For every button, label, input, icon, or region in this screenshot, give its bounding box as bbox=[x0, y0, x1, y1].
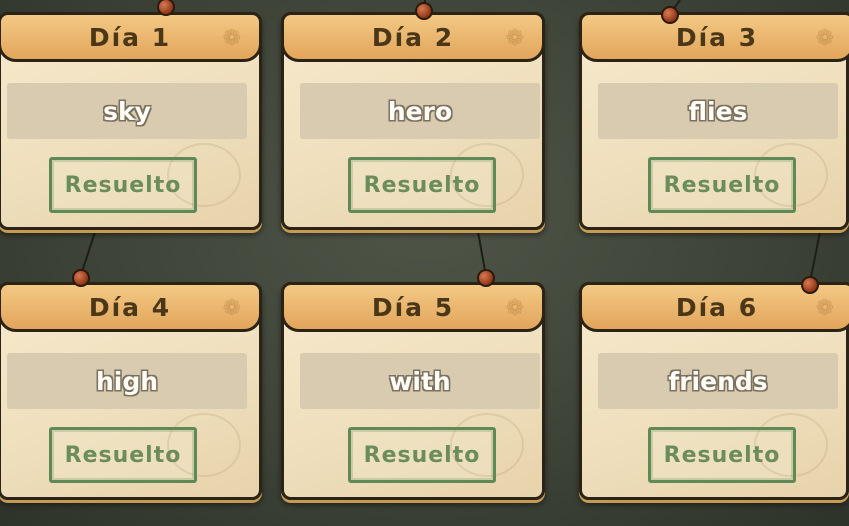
push-pin-icon bbox=[72, 269, 90, 287]
day-card-4[interactable]: Día 4 ❁ high Resuelto bbox=[0, 282, 262, 500]
solved-label: Resuelto bbox=[64, 172, 182, 198]
day-title: Día 1 bbox=[88, 22, 172, 52]
day-card-5[interactable]: Día 5 ❁ with Resuelto bbox=[281, 282, 545, 500]
word-box: flies bbox=[598, 83, 838, 139]
solved-stamp: Resuelto bbox=[348, 157, 496, 213]
day-title: Día 5 bbox=[371, 292, 455, 322]
day-title: Día 3 bbox=[675, 22, 759, 52]
word-box: high bbox=[7, 353, 247, 409]
puzzle-board: Día 1 ❁ sky Resuelto Día 2 ❁ hero Resuel… bbox=[0, 0, 849, 526]
solved-label: Resuelto bbox=[663, 442, 781, 468]
word-text: hero bbox=[387, 96, 453, 126]
solved-label: Resuelto bbox=[363, 442, 481, 468]
day-card-3[interactable]: Día 3 ❁ flies Resuelto bbox=[579, 12, 849, 230]
word-text: with bbox=[389, 366, 451, 396]
word-text: high bbox=[95, 366, 159, 396]
paw-print-icon: ❁ bbox=[505, 296, 524, 321]
word-box: with bbox=[300, 353, 540, 409]
day-card-1[interactable]: Día 1 ❁ sky Resuelto bbox=[0, 12, 262, 230]
paw-print-icon: ❁ bbox=[505, 26, 524, 51]
day-card-header: Día 1 ❁ bbox=[0, 12, 262, 62]
solved-label: Resuelto bbox=[363, 172, 481, 198]
solved-label: Resuelto bbox=[663, 172, 781, 198]
day-title: Día 2 bbox=[371, 22, 455, 52]
solved-stamp: Resuelto bbox=[648, 157, 796, 213]
day-title: Día 4 bbox=[88, 292, 172, 322]
push-pin-icon bbox=[415, 2, 433, 20]
solved-stamp: Resuelto bbox=[49, 427, 197, 483]
push-pin-icon bbox=[661, 6, 679, 24]
push-pin-icon bbox=[801, 276, 819, 294]
word-text: friends bbox=[668, 366, 768, 396]
word-box: sky bbox=[7, 83, 247, 139]
solved-label: Resuelto bbox=[64, 442, 182, 468]
day-card-header: Día 2 ❁ bbox=[281, 12, 545, 62]
day-card-6[interactable]: Día 6 ❁ friends Resuelto bbox=[579, 282, 849, 500]
day-card-header: Día 4 ❁ bbox=[0, 282, 262, 332]
paw-print-icon: ❁ bbox=[815, 26, 834, 51]
word-box: friends bbox=[598, 353, 838, 409]
word-box: hero bbox=[300, 83, 540, 139]
day-card-2[interactable]: Día 2 ❁ hero Resuelto bbox=[281, 12, 545, 230]
paw-print-icon: ❁ bbox=[815, 296, 834, 321]
day-title: Día 6 bbox=[675, 292, 759, 322]
word-text: sky bbox=[103, 96, 151, 126]
word-text: flies bbox=[688, 96, 748, 126]
solved-stamp: Resuelto bbox=[648, 427, 796, 483]
day-card-header: Día 5 ❁ bbox=[281, 282, 545, 332]
paw-print-icon: ❁ bbox=[222, 26, 241, 51]
paw-print-icon: ❁ bbox=[222, 296, 241, 321]
solved-stamp: Resuelto bbox=[348, 427, 496, 483]
push-pin-icon bbox=[477, 269, 495, 287]
solved-stamp: Resuelto bbox=[49, 157, 197, 213]
day-card-header: Día 3 ❁ bbox=[579, 12, 849, 62]
